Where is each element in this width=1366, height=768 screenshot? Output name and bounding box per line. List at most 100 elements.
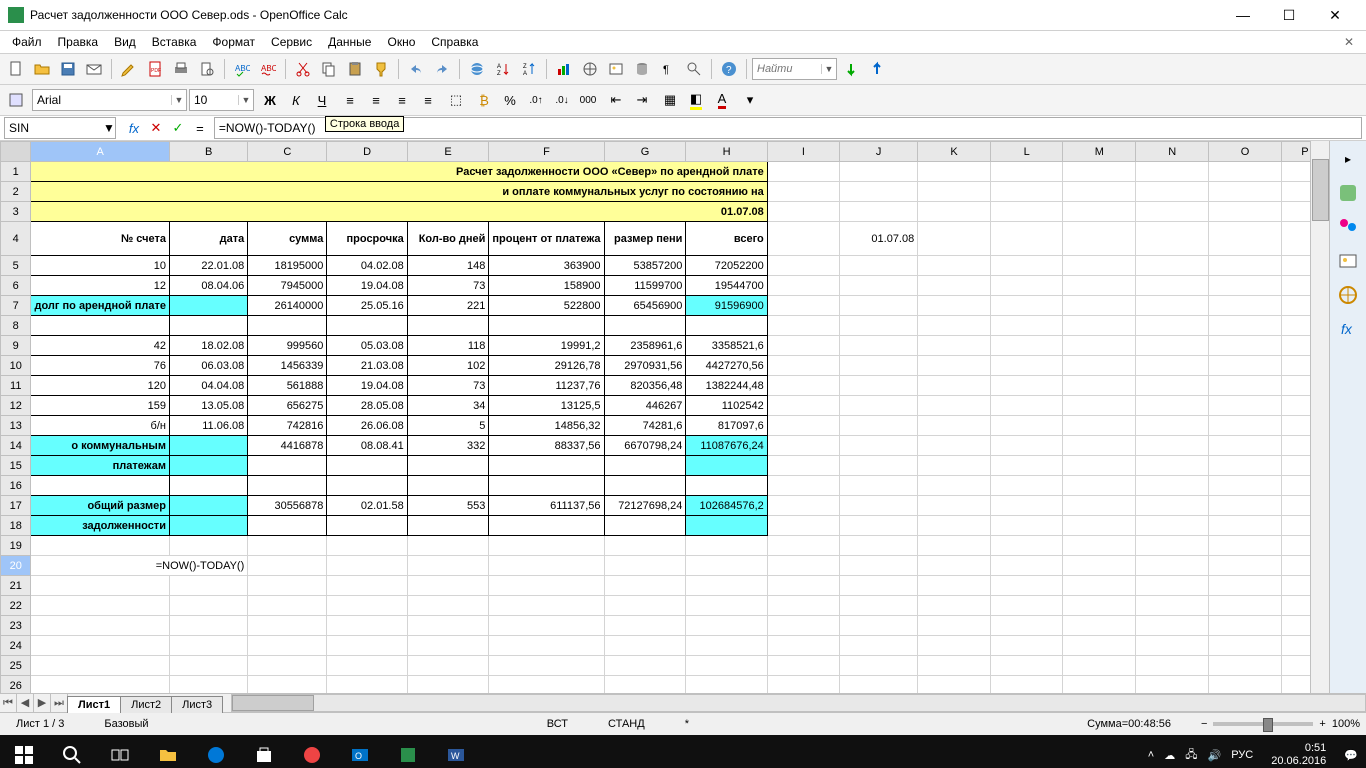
font-size-input[interactable] [190, 93, 238, 107]
tray-clock[interactable]: 0:51 20.06.2016 [1263, 742, 1334, 768]
start-button[interactable] [0, 735, 48, 768]
cell-N24[interactable] [1136, 636, 1209, 656]
cell-A7[interactable]: долг по арендной плате [31, 296, 170, 316]
cell-E26[interactable] [407, 676, 489, 694]
cell-J16[interactable] [839, 476, 917, 496]
cell-G26[interactable] [604, 676, 686, 694]
row-header-9[interactable]: 9 [1, 336, 31, 356]
cell-L26[interactable] [990, 676, 1063, 694]
cell-O26[interactable] [1209, 676, 1282, 694]
cell-L21[interactable] [990, 576, 1063, 596]
cell-A12[interactable]: 159 [31, 396, 170, 416]
cell-O7[interactable] [1209, 296, 1282, 316]
cell-J23[interactable] [839, 616, 917, 636]
cell-O1[interactable] [1209, 162, 1282, 182]
cell-G25[interactable] [604, 656, 686, 676]
column-header-K[interactable]: K [918, 142, 991, 162]
cell-L1[interactable] [990, 162, 1063, 182]
cell-F23[interactable] [489, 616, 604, 636]
cell-A2[interactable]: и оплате коммунальных услуг по состоянию… [31, 182, 767, 202]
cell-F15[interactable] [489, 456, 604, 476]
cell-O20[interactable] [1209, 556, 1282, 576]
cell-L2[interactable] [990, 182, 1063, 202]
print-icon[interactable] [169, 57, 193, 81]
cell-I6[interactable] [767, 276, 839, 296]
cell-F8[interactable] [489, 316, 604, 336]
cell-J10[interactable] [839, 356, 917, 376]
fill-color-icon[interactable]: ◧ [684, 88, 708, 112]
menu-data[interactable]: Данные [320, 33, 379, 51]
cell-M17[interactable] [1063, 496, 1136, 516]
cell-B9[interactable]: 18.02.08 [169, 336, 247, 356]
find-next-icon[interactable] [839, 57, 863, 81]
cell-N14[interactable] [1136, 436, 1209, 456]
column-header-L[interactable]: L [990, 142, 1063, 162]
font-size-combo[interactable]: ▼ [189, 89, 254, 111]
cell-J24[interactable] [839, 636, 917, 656]
font-name-combo[interactable]: ▼ [32, 89, 187, 111]
chart-icon[interactable] [552, 57, 576, 81]
cell-C5[interactable]: 18195000 [248, 256, 327, 276]
font-color-icon[interactable]: A [710, 88, 734, 112]
cell-C7[interactable]: 26140000 [248, 296, 327, 316]
merge-cells-icon[interactable]: ⬚ [444, 88, 468, 112]
cell-B23[interactable] [169, 616, 247, 636]
cell-K23[interactable] [918, 616, 991, 636]
cell-G4[interactable]: размер пени [604, 222, 686, 256]
navigator-panel-icon[interactable] [1336, 283, 1360, 307]
cell-H21[interactable] [686, 576, 767, 596]
cell-N11[interactable] [1136, 376, 1209, 396]
cell-B26[interactable] [169, 676, 247, 694]
sheet-tab-2[interactable]: Лист2 [120, 696, 172, 713]
cell-A14[interactable]: о коммунальным [31, 436, 170, 456]
taskbar-store-icon[interactable] [240, 735, 288, 768]
cell-O10[interactable] [1209, 356, 1282, 376]
cell-J26[interactable] [839, 676, 917, 694]
cell-N12[interactable] [1136, 396, 1209, 416]
cell-I25[interactable] [767, 656, 839, 676]
cell-E16[interactable] [407, 476, 489, 496]
cell-O14[interactable] [1209, 436, 1282, 456]
cell-L5[interactable] [990, 256, 1063, 276]
cell-B17[interactable] [169, 496, 247, 516]
cell-B10[interactable]: 06.03.08 [169, 356, 247, 376]
hyperlink-icon[interactable] [465, 57, 489, 81]
align-right-icon[interactable]: ≡ [390, 88, 414, 112]
cell-J1[interactable] [839, 162, 917, 182]
cell-M22[interactable] [1063, 596, 1136, 616]
cell-H18[interactable] [686, 516, 767, 536]
cell-O17[interactable] [1209, 496, 1282, 516]
cell-J18[interactable] [839, 516, 917, 536]
cell-E7[interactable]: 221 [407, 296, 489, 316]
cell-A24[interactable] [31, 636, 170, 656]
cell-D21[interactable] [327, 576, 407, 596]
cell-K8[interactable] [918, 316, 991, 336]
find-box[interactable]: ▼ [752, 58, 837, 80]
cell-C15[interactable] [248, 456, 327, 476]
taskbar-app-icon[interactable] [288, 735, 336, 768]
row-header-15[interactable]: 15 [1, 456, 31, 476]
cell-A8[interactable] [31, 316, 170, 336]
cell-C20[interactable] [248, 556, 327, 576]
row-header-7[interactable]: 7 [1, 296, 31, 316]
column-header-O[interactable]: O [1209, 142, 1282, 162]
cell-I19[interactable] [767, 536, 839, 556]
cell-D23[interactable] [327, 616, 407, 636]
cell-G16[interactable] [604, 476, 686, 496]
cell-J17[interactable] [839, 496, 917, 516]
cell-K14[interactable] [918, 436, 991, 456]
cell-H17[interactable]: 102684576,2 [686, 496, 767, 516]
cell-I10[interactable] [767, 356, 839, 376]
cell-K25[interactable] [918, 656, 991, 676]
cell-I24[interactable] [767, 636, 839, 656]
cell-F18[interactable] [489, 516, 604, 536]
sheet-tab-3[interactable]: Лист3 [171, 696, 223, 713]
cell-M5[interactable] [1063, 256, 1136, 276]
underline-button[interactable]: Ч [310, 88, 334, 112]
cell-N25[interactable] [1136, 656, 1209, 676]
cell-E15[interactable] [407, 456, 489, 476]
cell-I5[interactable] [767, 256, 839, 276]
cell-N26[interactable] [1136, 676, 1209, 694]
cell-F6[interactable]: 158900 [489, 276, 604, 296]
cell-K13[interactable] [918, 416, 991, 436]
